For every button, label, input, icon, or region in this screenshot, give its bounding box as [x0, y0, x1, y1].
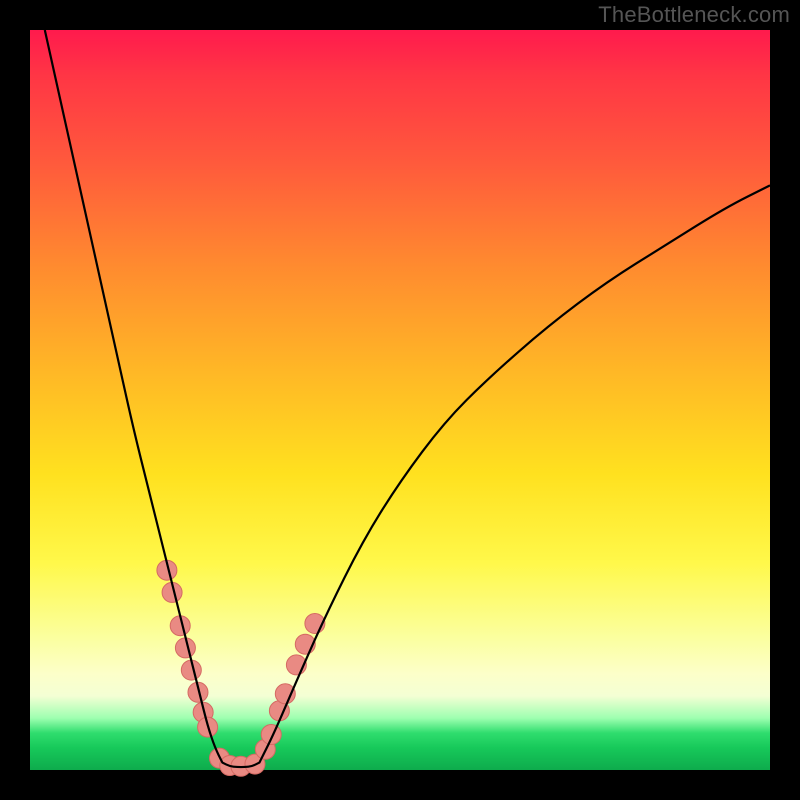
data-marker — [261, 724, 281, 744]
watermark-text: TheBottleneck.com — [598, 2, 790, 28]
marker-group — [157, 560, 325, 776]
chart-svg — [30, 30, 770, 770]
data-marker — [275, 684, 295, 704]
chart-frame: TheBottleneck.com — [0, 0, 800, 800]
bottleneck-curve — [45, 30, 770, 767]
plot-area — [30, 30, 770, 770]
